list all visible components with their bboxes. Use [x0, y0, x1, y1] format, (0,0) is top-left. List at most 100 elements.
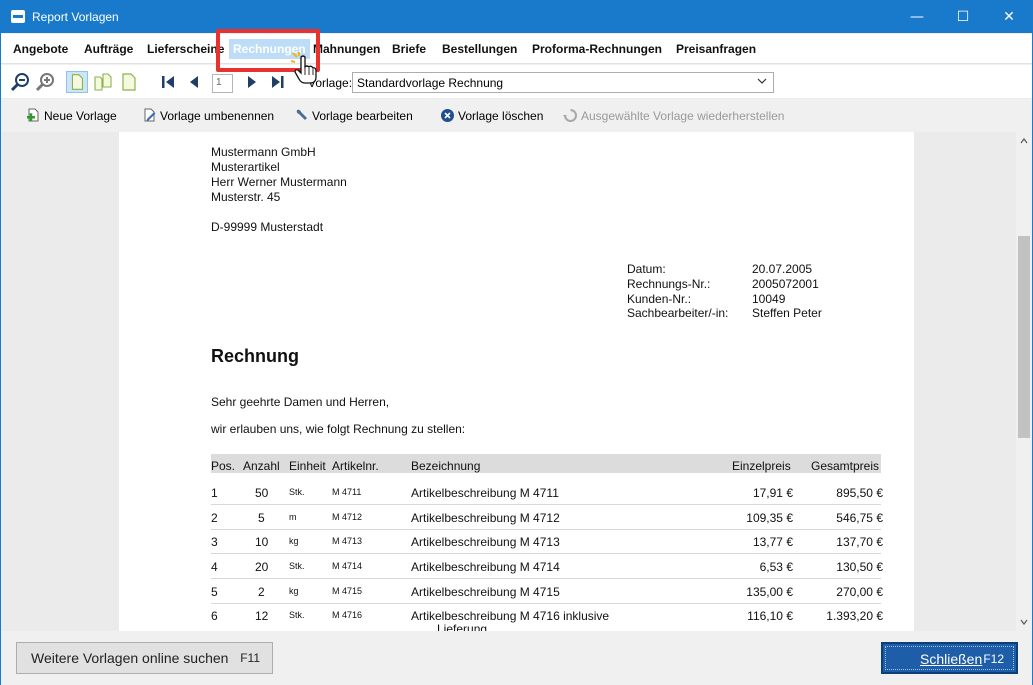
document-greeting: Sehr geehrte Damen und Herren, [211, 395, 390, 409]
edit-template-button[interactable]: Vorlage bearbeiten [296, 109, 413, 123]
edit-template-label: Vorlage bearbeiten [312, 109, 413, 123]
wrench-icon [296, 109, 307, 120]
two-pages-icon[interactable] [92, 71, 114, 93]
meta-value: 20.07.2005 [752, 262, 813, 276]
meta-label: Datum: [627, 262, 666, 276]
tab-auftraege[interactable]: Aufträge [84, 42, 133, 56]
table-row: 546,75 € [836, 511, 883, 525]
tab-lieferscheine[interactable]: Lieferscheine [147, 42, 224, 56]
restore-template-label: Ausgewählte Vorlage wiederherstellen [581, 109, 785, 123]
address-contact: Herr Werner Mustermann [211, 175, 347, 189]
new-template-button[interactable]: Neue Vorlage [27, 108, 117, 123]
title-bar: Report Vorlagen — ☐ ✕ [1, 1, 1032, 33]
rename-template-button[interactable]: Vorlage umbenennen [144, 108, 275, 123]
next-page-icon[interactable] [241, 71, 263, 93]
table-row: m [289, 512, 297, 522]
tab-proforma-rechnungen[interactable]: Proforma-Rechnungen [532, 42, 662, 56]
app-icon [11, 10, 25, 23]
tab-angebote[interactable]: Angebote [13, 42, 68, 56]
col-desc: Bezeichnung [411, 459, 481, 473]
hand-cursor-icon [290, 52, 317, 84]
table-row: Artikelbeschreibung M 4711 [411, 486, 559, 500]
preview-scrollbar[interactable] [1016, 132, 1032, 631]
zoom-out-icon[interactable] [9, 71, 31, 93]
maximize-button[interactable]: ☐ [940, 1, 986, 33]
row-divider [211, 504, 881, 505]
table-row: 20 [255, 560, 269, 574]
table-row: 6,53 € [759, 560, 793, 574]
table-row: M 4713 [332, 536, 363, 546]
shortcut-key: F11 [240, 651, 260, 665]
table-row: kg [289, 536, 299, 546]
table-row: 1 [211, 486, 218, 500]
table-row: 895,50 € [836, 486, 883, 500]
restore-template-button[interactable]: Ausgewählte Vorlage wiederherstellen [563, 109, 785, 123]
search-more-templates-label: Weitere Vorlagen online suchen [31, 650, 229, 666]
tab-preisanfragen[interactable]: Preisanfragen [676, 42, 756, 56]
table-row: 3 [211, 535, 218, 549]
minimize-button[interactable]: — [894, 1, 940, 33]
delete-template-label: Vorlage löschen [458, 109, 544, 123]
table-row: 13,77 € [752, 535, 793, 549]
single-page-icon[interactable] [66, 71, 88, 93]
table-row: Artikelbeschreibung M 4713 [411, 535, 560, 549]
row-divider [211, 529, 881, 530]
rename-template-label: Vorlage umbenennen [160, 109, 275, 123]
zoom-in-icon[interactable] [34, 71, 56, 93]
delete-template-button[interactable]: Vorlage löschen [441, 109, 544, 123]
tab-briefe[interactable]: Briefe [392, 42, 426, 56]
table-row: Stk. [289, 487, 305, 497]
table-row: 5 [258, 511, 265, 525]
table-row: 2 [258, 585, 265, 599]
close-window-button[interactable]: ✕ [986, 1, 1032, 33]
scrollbar-thumb[interactable] [1018, 236, 1030, 438]
scroll-up-icon[interactable] [1020, 137, 1028, 145]
scroll-down-icon[interactable] [1020, 618, 1028, 626]
dialog-footer: Weitere Vorlagen online suchen F11 Schli… [1, 631, 1032, 685]
window-title: Report Vorlagen [32, 10, 119, 24]
table-row: 5 [211, 585, 218, 599]
col-qty: Anzahl [243, 459, 280, 473]
document-heading: Rechnung [211, 346, 299, 366]
col-pos: Pos. [211, 459, 236, 473]
address-city: D-99999 Musterstadt [211, 220, 324, 234]
report-vorlagen-window: Report Vorlagen — ☐ ✕ Angebote Aufträge … [0, 0, 1033, 685]
col-art: Artikelnr. [332, 459, 379, 473]
document-page: Mustermann GmbH Musterartikel Herr Werne… [119, 132, 914, 631]
row-divider [211, 578, 881, 579]
meta-label: Rechnungs-Nr.: [627, 277, 711, 291]
document-intro: wir erlauben uns, wie folgt Rechnung zu … [211, 422, 466, 436]
table-row: Artikelbeschreibung M 4712 [411, 511, 560, 525]
table-row: Artikelbeschreibung M 4714 [411, 560, 560, 574]
first-page-icon[interactable] [157, 71, 179, 93]
new-document-icon [27, 108, 39, 122]
report-preview-area[interactable]: Mustermann GmbH Musterartikel Herr Werne… [1, 132, 1016, 631]
table-row: 130,50 € [836, 560, 883, 574]
table-row: M 4712 [332, 512, 363, 522]
table-row: 116,10 € [747, 609, 793, 623]
new-template-label: Neue Vorlage [44, 109, 117, 123]
last-page-icon[interactable] [267, 71, 289, 93]
table-row: 6 [211, 609, 218, 623]
table-row: 109,35 € [746, 511, 793, 525]
page-number-input[interactable]: 1 [212, 74, 233, 93]
previous-page-icon[interactable] [183, 71, 205, 93]
tab-mahnungen[interactable]: Mahnungen [313, 42, 380, 56]
table-row: Stk. [289, 610, 305, 620]
template-action-toolbar: Neue Vorlage Vorlage umbenennen Vorlage … [1, 100, 1032, 132]
close-dialog-label: Schließen [920, 651, 983, 667]
search-more-templates-button[interactable]: Weitere Vorlagen online suchen F11 [16, 642, 273, 674]
rename-document-icon [144, 108, 156, 122]
tab-bestellungen[interactable]: Bestellungen [442, 42, 517, 56]
table-row: M 4711 [332, 487, 362, 497]
col-unit-price: Einzelpreis [732, 459, 791, 473]
page-width-icon[interactable] [118, 71, 140, 93]
table-row: 1.393,20 € [826, 609, 883, 623]
chevron-down-icon [757, 78, 767, 84]
vorlage-select[interactable]: Standardvorlage Rechnung [352, 72, 774, 93]
meta-value: 10049 [752, 292, 786, 306]
table-row: kg [289, 586, 299, 596]
meta-label: Kunden-Nr.: [627, 292, 692, 306]
close-dialog-button[interactable]: Schließen F12 [881, 642, 1018, 674]
col-unit: Einheit [289, 459, 326, 473]
